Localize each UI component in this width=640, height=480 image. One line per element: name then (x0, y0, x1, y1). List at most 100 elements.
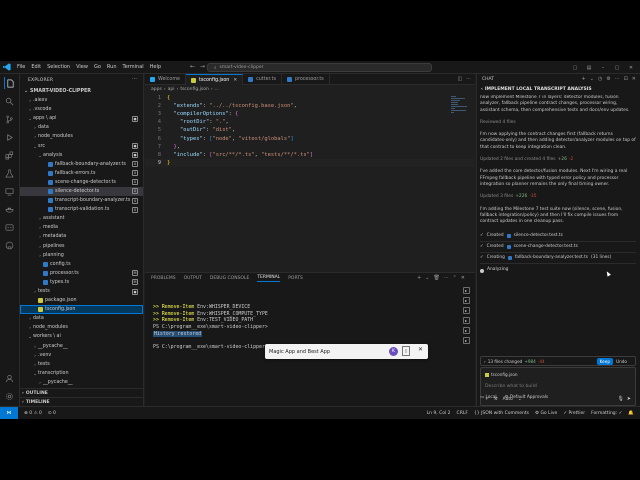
terminal-instance-icon[interactable]: ▸ (462, 317, 470, 324)
menu-go[interactable]: Go (91, 64, 104, 70)
search-icon[interactable] (4, 95, 16, 107)
menu-selection[interactable]: Selection (44, 64, 73, 70)
panel-tab-output[interactable]: OUTPUT (184, 276, 202, 281)
tree-folder[interactable]: › metadata (20, 232, 143, 241)
tree-folder[interactable]: › assistant (20, 214, 143, 223)
terminal-dropdown-icon[interactable]: ⌄ (425, 275, 429, 281)
code-line[interactable]: 7 }, (145, 143, 475, 151)
tree-folder[interactable]: › .vscode (20, 105, 143, 114)
tab-processor-ts[interactable]: processor.ts (282, 74, 330, 85)
breadcrumb-item[interactable]: ... (215, 87, 219, 92)
tree-folder[interactable]: ⌄ analysis ● (20, 151, 143, 160)
tab-tsconfig-json[interactable]: tsconfig.json ✕ (185, 74, 244, 85)
code-line[interactable]: 4 "rootDir": ".", (145, 118, 475, 126)
timeline-section[interactable]: › TIMELINE (20, 397, 143, 406)
minimize-icon[interactable]: ▯ (402, 346, 410, 356)
minimap[interactable] (451, 96, 469, 136)
maximize-icon[interactable]: ▢ (612, 65, 622, 71)
keep-button[interactable]: Keep (596, 358, 613, 365)
close-icon[interactable]: ✕ (418, 346, 423, 353)
remote-explorer-icon[interactable] (4, 185, 16, 197)
maximize-panel-icon[interactable]: ⌃ (453, 275, 457, 281)
tree-folder[interactable]: › data (20, 123, 143, 132)
tree-folder[interactable]: ⌄ apps \ api ● (20, 114, 143, 123)
avatar[interactable]: K (389, 347, 398, 356)
status-item[interactable]: Formatting: ✓ (591, 411, 622, 416)
testing-flask-icon[interactable] (4, 167, 16, 179)
menu-file[interactable]: File (14, 64, 28, 70)
panel-tab-problems[interactable]: PROBLEMS (151, 276, 176, 281)
more-actions-icon[interactable]: ··· (615, 76, 620, 82)
chevron-left-icon[interactable]: ‹ (481, 87, 483, 92)
file-operation[interactable]: ✓ Creating fallback-boundary-analyzer.test… (480, 253, 636, 265)
tree-folder[interactable]: › media (20, 223, 143, 232)
file-operation[interactable]: ✓ Created scene-change-detector.test.ts (480, 242, 636, 254)
changes-summary[interactable]: › 13 files changed +984 -44 Keep Undo (480, 356, 636, 366)
menu-help[interactable]: Help (147, 64, 164, 70)
tree-file[interactable]: scene-change-detector.ts U (20, 178, 143, 187)
tree-file[interactable]: tsconfig.json (20, 305, 143, 315)
terminal-instance-icon[interactable]: ▸ (462, 287, 470, 294)
tree-file[interactable]: fallback-boundary-analyzer.ts U (20, 160, 143, 169)
code-editor[interactable]: 1{2 "extends": "../../tsconfig.base.json… (145, 94, 475, 269)
approvals-toggle[interactable]: ⚙ Default Approvals (505, 395, 549, 400)
close-panel-icon[interactable]: ✕ (461, 275, 465, 281)
code-line[interactable]: 2 "extends": "../../tsconfig.base.json", (145, 102, 475, 110)
tree-file[interactable]: silence-detector.ts U (20, 186, 143, 197)
tree-folder[interactable]: › data (20, 314, 143, 323)
breadcrumb-item[interactable]: api (168, 87, 175, 92)
terminal-instance-icon[interactable]: ▸ (462, 297, 470, 304)
tree-folder[interactable]: › pipelines (20, 242, 143, 251)
code-line[interactable]: 9} (145, 158, 475, 167)
github-icon[interactable] (4, 239, 16, 251)
file-operation[interactable]: ✓ Created silence-detector.test.ts (480, 231, 636, 243)
remote-indicator-icon[interactable]: ⋈ (0, 407, 18, 419)
tree-file[interactable]: processor.ts M (20, 269, 143, 278)
settings-gear-icon[interactable]: ⚙ (606, 76, 610, 82)
tree-folder[interactable]: › node_modules (20, 132, 143, 141)
account-icon[interactable] (4, 372, 16, 384)
close-icon[interactable]: ✕ (233, 78, 237, 83)
tree-folder[interactable]: › __pycache__ (20, 378, 143, 387)
tree-file[interactable]: package.json (20, 296, 143, 305)
tab-cutter-ts[interactable]: cutter.ts (243, 74, 282, 85)
tree-folder[interactable]: ⌄ transcription (20, 369, 143, 378)
command-center-search[interactable]: ⌕ smart-video-clipper (207, 63, 432, 72)
context-file-chip[interactable]: tsconfig.json (485, 372, 518, 377)
tree-folder[interactable]: › .venv (20, 351, 143, 360)
menu-view[interactable]: View (73, 64, 91, 70)
code-line[interactable]: 3 "compilerOptions": { (145, 110, 475, 118)
more-actions-icon[interactable]: ··· (466, 76, 471, 82)
tree-file[interactable]: fallback-errors.ts U (20, 169, 143, 178)
breadcrumb-item[interactable]: tsconfig.json (180, 87, 209, 92)
settings-gear-icon[interactable] (4, 390, 16, 402)
tree-file[interactable]: config.ts (20, 260, 143, 269)
breadcrumb-item[interactable]: apps (151, 87, 162, 92)
chat-input-placeholder[interactable]: Describe what to build (485, 384, 537, 389)
terminal-output[interactable]: >> Remove-Item Env:WHISPER_DEVICE >> Remo… (153, 304, 275, 350)
code-line[interactable]: 5 "outDir": "dist", (145, 126, 475, 134)
menu-edit[interactable]: Edit (28, 64, 44, 70)
tree-file[interactable]: transcript-validation.ts U (20, 205, 143, 214)
kill-terminal-icon[interactable]: 🗑 (433, 275, 439, 281)
menu-terminal[interactable]: Terminal (120, 64, 147, 70)
new-chat-icon[interactable]: + (582, 76, 586, 82)
local-toggle[interactable]: ▭ Local (480, 395, 497, 400)
close-icon[interactable]: ✕ (632, 76, 636, 82)
project-root[interactable]: ⌄ SMART-VIDEO-CLIPPER (20, 86, 143, 96)
extensions-icon[interactable] (4, 149, 16, 161)
tree-folder[interactable]: ⌄ src ● (20, 141, 143, 150)
app-notification[interactable]: Magic App and Best App K ▯ ✕ (265, 344, 428, 359)
explorer-files-icon[interactable] (3, 77, 16, 89)
terminal-instance-icon[interactable]: ▸ (462, 337, 470, 344)
close-icon[interactable]: ✕ (626, 65, 636, 71)
history-icon[interactable]: ◷ (598, 76, 602, 82)
source-control-icon[interactable] (4, 113, 16, 125)
code-line[interactable]: 6 "types": ["node", "vitest/globals"] (145, 134, 475, 142)
layout-icon[interactable]: ▢ (570, 65, 580, 71)
tab-welcome[interactable]: Welcome (145, 74, 186, 85)
tree-folder[interactable]: › node_modules (20, 323, 143, 332)
terminal-instance-icon[interactable]: ▸ (462, 327, 470, 334)
status-item[interactable]: ⚙ Go Live (535, 411, 557, 416)
more-actions-icon[interactable]: ··· (444, 275, 449, 281)
